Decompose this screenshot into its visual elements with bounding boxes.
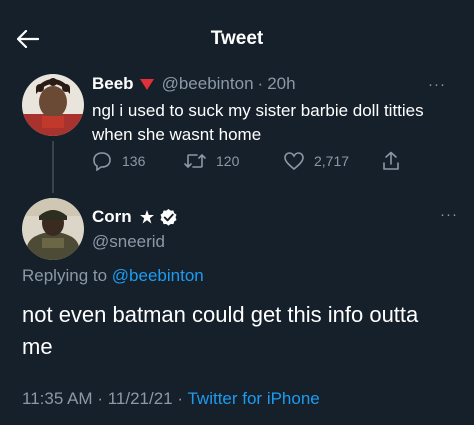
share-button[interactable] [382,151,400,171]
separator: · [97,389,103,408]
parent-tweet[interactable]: Beeb @beebinton · 20h ··· ngl i used to … [92,73,462,147]
tweet-text: ngl i used to suck my sister barbie doll… [92,101,424,144]
separator: · [257,74,264,93]
retweet-count: 120 [216,153,240,169]
replying-to-link[interactable]: @beebinton [112,266,204,285]
reply-count: 136 [122,153,146,169]
star-icon [139,210,154,224]
display-name[interactable]: Beeb [92,74,134,94]
thread-line [52,141,54,193]
tweet-meta: 11:35 AM · 11/21/21 · Twitter for iPhone [22,389,320,409]
display-name[interactable]: Corn [92,207,132,227]
reply-button[interactable]: 136 [92,151,184,171]
reply-icon [93,152,111,171]
parent-tweet-header: Beeb @beebinton · 20h ··· [92,73,462,95]
share-icon [383,151,399,170]
page-title: Tweet [210,28,264,49]
handle[interactable]: @sneerid [92,232,178,252]
more-options-icon[interactable]: ··· [428,76,446,93]
main-tweet-header: Corn @sneerid [92,206,178,252]
like-button[interactable]: 2,717 [284,152,382,170]
separator: · [177,389,184,408]
replying-prefix: Replying to [22,266,108,285]
more-options-icon[interactable]: ··· [440,206,458,223]
heart-icon [284,152,304,170]
tweet-actions: 136 120 2,717 [92,149,402,173]
retweet-icon [184,154,206,168]
tweet-date[interactable]: 11/21/21 [108,389,173,408]
tweet-source-link[interactable]: Twitter for iPhone [187,389,319,408]
avatar[interactable] [22,198,84,260]
like-count: 2,717 [314,153,350,169]
tweet-text: not even batman could get this info outt… [22,302,419,359]
tweet-time[interactable]: 11:35 AM [22,389,93,408]
avatar[interactable] [22,74,84,136]
red-triangle-icon [139,79,154,90]
timestamp[interactable]: 20h [267,74,295,94]
handle[interactable]: @beebinton [162,74,254,94]
retweet-button[interactable]: 120 [184,152,284,170]
header: Tweet [0,0,474,70]
verified-badge-icon [160,208,177,226]
replying-to: Replying to @beebinton [22,266,204,286]
